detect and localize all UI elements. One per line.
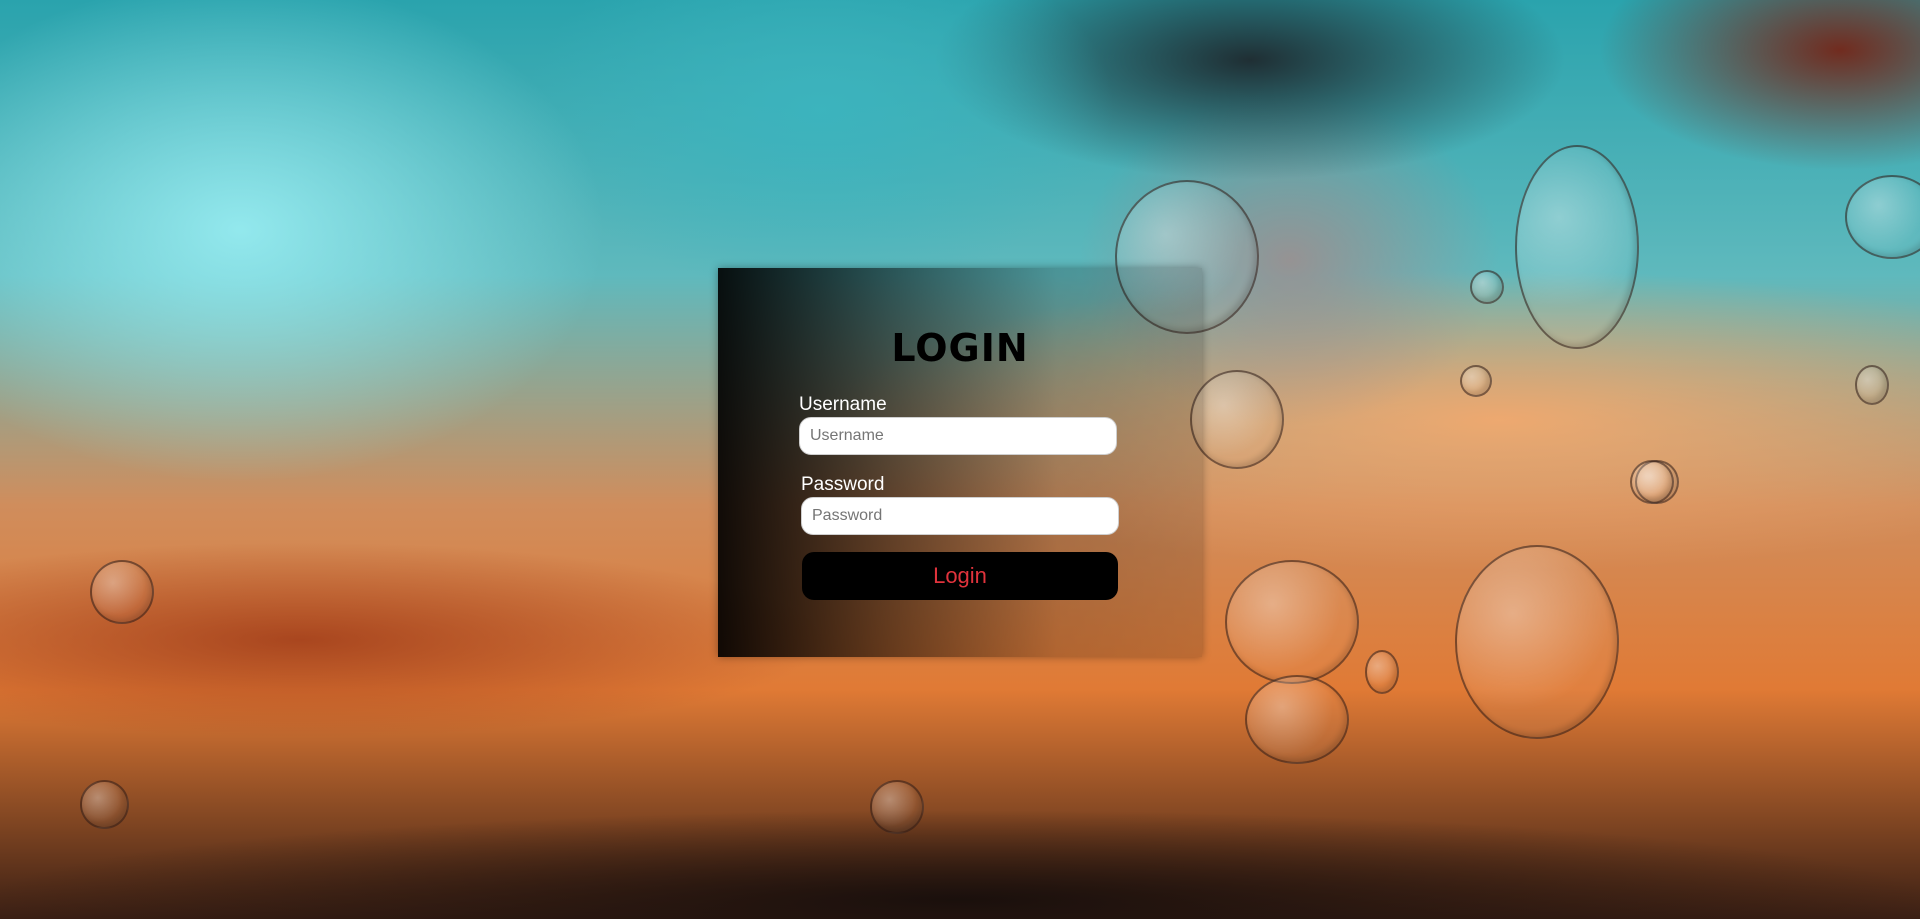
- login-button[interactable]: Login: [802, 552, 1118, 600]
- password-input[interactable]: [801, 497, 1119, 535]
- username-input[interactable]: [799, 417, 1117, 455]
- login-title: LOGIN: [891, 326, 1029, 370]
- login-panel: LOGIN Username Password Login: [718, 268, 1202, 657]
- password-label: Password: [801, 474, 885, 495]
- username-label: Username: [799, 394, 887, 415]
